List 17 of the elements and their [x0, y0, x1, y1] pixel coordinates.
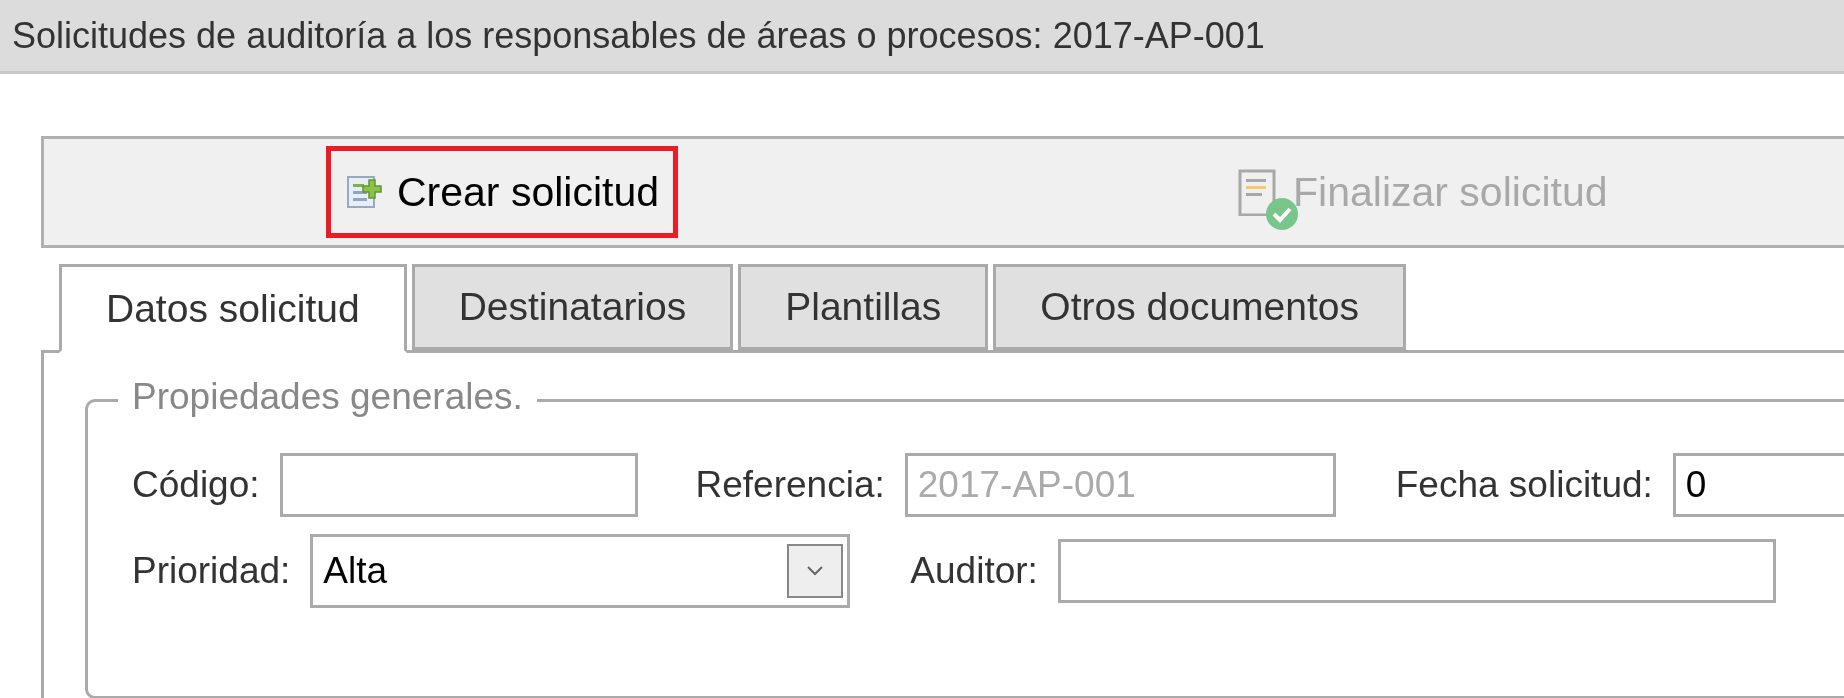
create-request-button[interactable]: Crear solicitud	[326, 146, 679, 238]
field-label: Auditor:	[910, 550, 1038, 592]
input-field[interactable]	[279, 453, 638, 517]
chevron-down-icon	[806, 565, 825, 577]
field-label: Prioridad:	[132, 550, 291, 592]
window-title: Solicitudes de auditoría a los responsables de áreas o procesos: 2017-AP-001	[12, 14, 1265, 57]
input-field[interactable]	[1057, 539, 1776, 603]
dropdown-button[interactable]	[787, 544, 844, 598]
field-label: Fecha solicitud:	[1395, 464, 1653, 506]
field-label: Código:	[132, 464, 260, 506]
tab[interactable]: Datos solicitud	[59, 264, 407, 353]
input-field[interactable]: 0	[1672, 453, 1844, 517]
tab[interactable]: Destinatarios	[411, 264, 734, 350]
tab[interactable]: Otros documentos	[993, 264, 1406, 350]
tab[interactable]: Plantillas	[738, 264, 989, 350]
field-label: Referencia:	[695, 464, 885, 506]
priority-dropdown[interactable]: Alta	[310, 534, 851, 608]
